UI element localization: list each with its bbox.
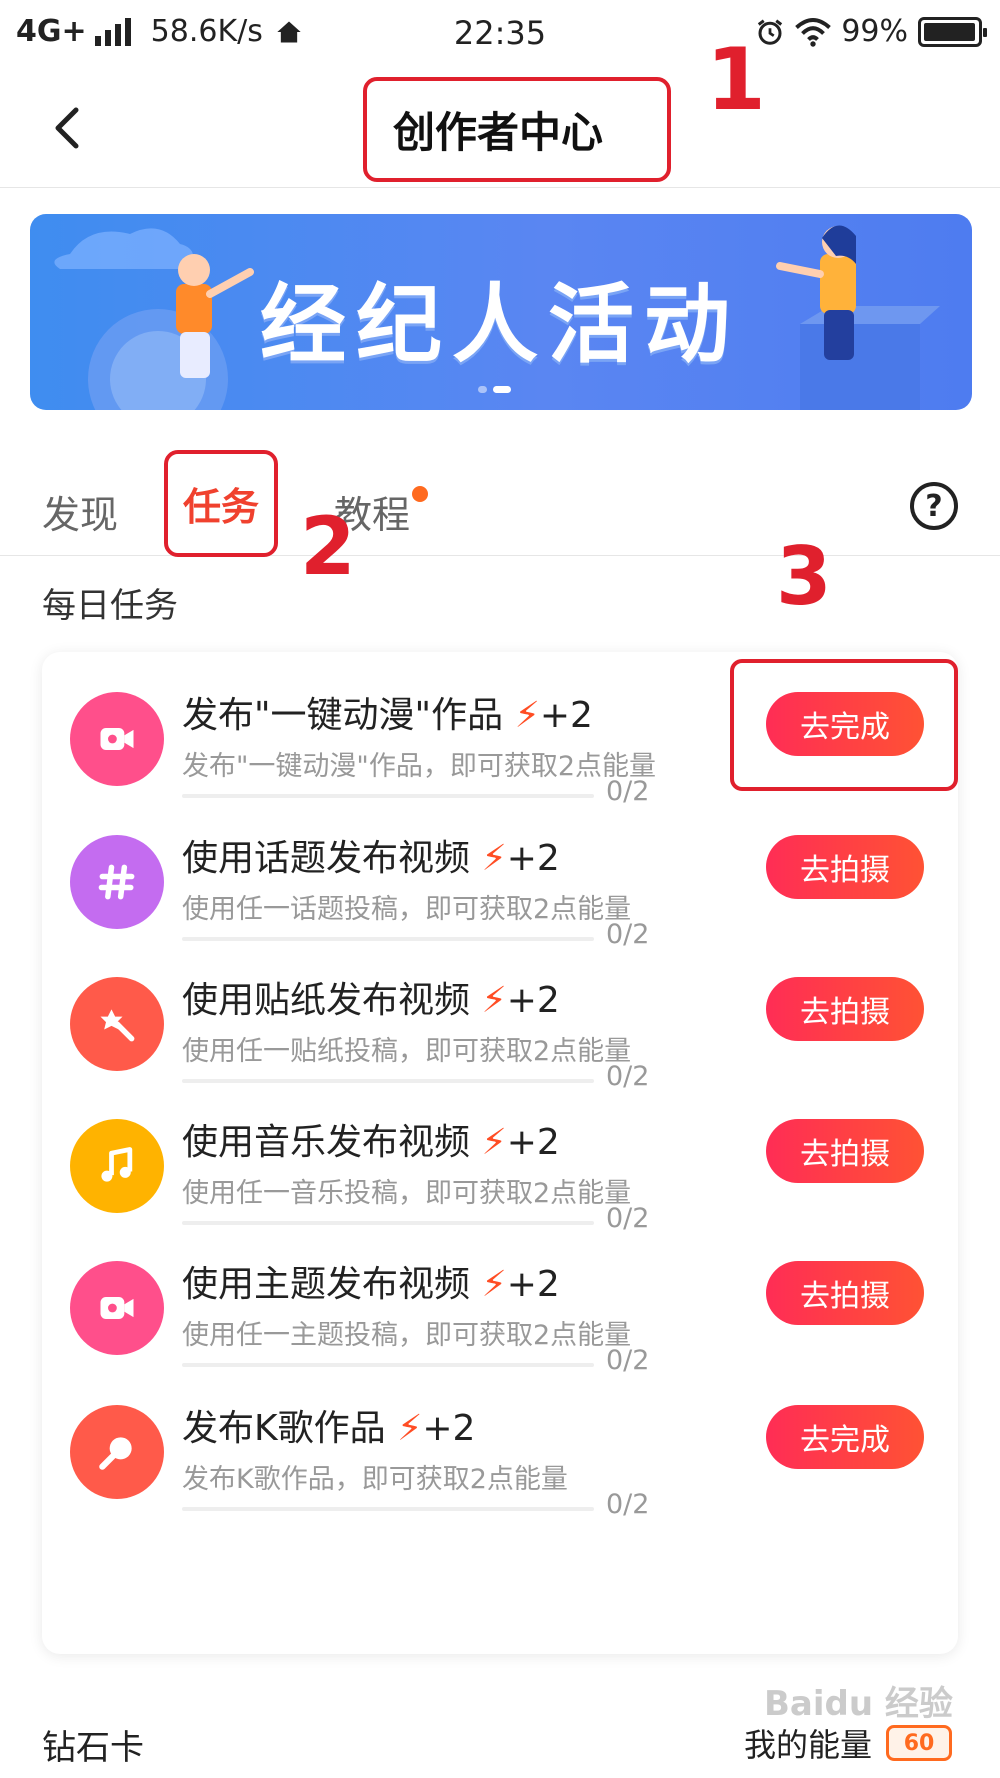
status-bar: 4G+ 58.6K/s 22:35 99% [0, 0, 1000, 70]
banner-title: 经纪人活动 [260, 275, 740, 375]
task-description: 使用任一音乐投稿，即可获取2点能量 [182, 1178, 632, 1209]
task-reward: +2 [506, 1122, 560, 1163]
video-camera-icon [70, 1261, 164, 1355]
battery-level [924, 22, 976, 41]
wifi-icon [795, 17, 832, 47]
help-icon[interactable]: ? [910, 482, 958, 530]
task-description: 发布K歌作品，即可获取2点能量 [182, 1464, 568, 1495]
video-camera-icon [70, 692, 164, 786]
task-row: 使用主题发布视频 ⚡+2 使用任一主题投稿，即可获取2点能量 0/2 去拍摄 [42, 1221, 958, 1382]
lightning-icon: ⚡ [481, 980, 507, 1021]
banner-dot [493, 386, 511, 393]
lightning-icon: ⚡ [397, 1408, 423, 1449]
status-right: 99% [755, 14, 987, 49]
task-description: 使用任一话题投稿，即可获取2点能量 [182, 894, 632, 925]
task-progress-bar [182, 1507, 594, 1511]
microphone-icon [70, 1405, 164, 1499]
task-title: 发布"一键动漫"作品 ⚡+2 [182, 686, 593, 738]
task-reward: +2 [506, 838, 560, 879]
task-title: 使用音乐发布视频 ⚡+2 [182, 1113, 560, 1165]
my-energy-label: 我的能量 [744, 1726, 873, 1764]
task-title-text: 发布K歌作品 [182, 1408, 386, 1449]
task-action-button[interactable]: 去拍摄 [766, 977, 924, 1041]
task-action-button[interactable]: 去完成 [766, 1405, 924, 1469]
task-title-text: 使用贴纸发布视频 [182, 980, 471, 1021]
task-title: 使用主题发布视频 ⚡+2 [182, 1255, 560, 1307]
battery-percent: 99% [841, 14, 908, 49]
battery-icon [918, 16, 987, 47]
my-energy[interactable]: 我的能量 60 [744, 1720, 953, 1766]
task-action-button[interactable]: 去拍摄 [766, 835, 924, 899]
task-row: 使用音乐发布视频 ⚡+2 使用任一音乐投稿，即可获取2点能量 0/2 去拍摄 [42, 1079, 958, 1240]
tab-discover[interactable]: 发现 [42, 484, 118, 539]
highlight-box-complete-button [730, 659, 958, 791]
tab-task[interactable]: 任务 [164, 450, 278, 557]
task-action-button[interactable]: 去拍摄 [766, 1119, 924, 1183]
daily-task-card: 发布"一键动漫"作品 ⚡+2 发布"一键动漫"作品，即可获取2点能量 0/2 去… [42, 652, 958, 1654]
task-description: 使用任一主题投稿，即可获取2点能量 [182, 1320, 632, 1351]
energy-badge: 60 [886, 1725, 953, 1761]
task-progress-text: 0/2 [606, 1489, 650, 1520]
diamond-card-label: 钻石卡 [42, 1728, 144, 1768]
task-description: 发布"一键动漫"作品，即可获取2点能量 [182, 751, 657, 782]
task-reward: +2 [422, 1408, 476, 1449]
banner-pagination [478, 386, 517, 393]
lightning-icon: ⚡ [481, 838, 507, 879]
lightning-icon: ⚡ [481, 1264, 507, 1305]
header: 创作者中心 [0, 70, 1000, 188]
task-title-text: 发布"一键动漫"作品 [182, 695, 504, 736]
hashtag-icon [70, 835, 164, 929]
task-row: 使用话题发布视频 ⚡+2 使用任一话题投稿，即可获取2点能量 0/2 去拍摄 [42, 795, 958, 956]
back-arrow-icon[interactable] [38, 98, 98, 158]
task-title: 发布K歌作品 ⚡+2 [182, 1399, 475, 1451]
music-note-icon [70, 1119, 164, 1213]
task-title: 使用话题发布视频 ⚡+2 [182, 829, 560, 881]
activity-banner[interactable]: 经纪人活动 [30, 214, 972, 410]
tab-bar: 发现 任务 教程 [0, 440, 1000, 557]
annotation-marker-2: 2 [300, 500, 356, 593]
lightning-icon: ⚡ [481, 1122, 507, 1163]
task-reward: +2 [539, 695, 593, 736]
task-title-text: 使用音乐发布视频 [182, 1122, 471, 1163]
task-row: 使用贴纸发布视频 ⚡+2 使用任一贴纸投稿，即可获取2点能量 0/2 去拍摄 [42, 937, 958, 1098]
tutorial-badge-dot [412, 486, 428, 502]
sticker-wand-icon [70, 977, 164, 1071]
page-title: 创作者中心 [363, 77, 671, 182]
task-reward: +2 [506, 980, 560, 1021]
watermark: Baidu 经验 [764, 1684, 953, 1724]
annotation-marker-3: 3 [776, 530, 832, 623]
task-action-button[interactable]: 去拍摄 [766, 1261, 924, 1325]
task-row: 发布K歌作品 ⚡+2 发布K歌作品，即可获取2点能量 0/2 去完成 [42, 1365, 958, 1526]
task-reward: +2 [506, 1264, 560, 1305]
task-title-text: 使用话题发布视频 [182, 838, 471, 879]
annotation-marker-1: 1 [706, 30, 766, 130]
task-description: 使用任一贴纸投稿，即可获取2点能量 [182, 1036, 632, 1067]
task-title-text: 使用主题发布视频 [182, 1264, 471, 1305]
banner-dot [478, 386, 487, 393]
task-title: 使用贴纸发布视频 ⚡+2 [182, 971, 560, 1023]
section-title-daily-tasks: 每日任务 [42, 586, 178, 626]
lightning-icon: ⚡ [514, 695, 540, 736]
